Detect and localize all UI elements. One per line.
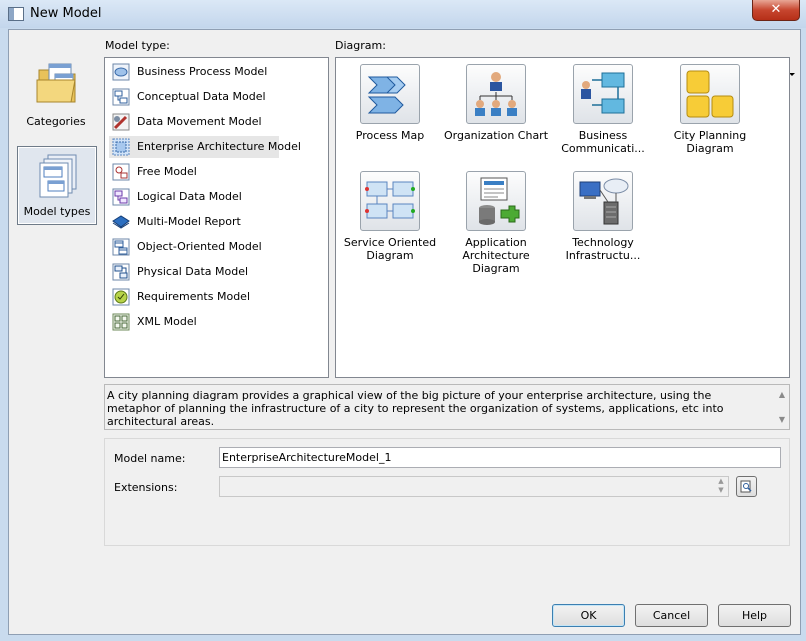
requirements-model-icon	[112, 288, 130, 306]
process-map-icon	[367, 76, 406, 114]
window-icon	[8, 7, 24, 21]
category-label: Categories	[26, 115, 86, 128]
model-name-label: Model name:	[114, 452, 186, 465]
category-label: Model types	[23, 205, 91, 218]
list-item-label: Enterprise Architecture Model	[137, 140, 301, 153]
organization-chart-icon	[475, 72, 517, 116]
diagram-tile	[680, 64, 740, 124]
extensions-field[interactable]	[219, 476, 729, 497]
model-types-icon	[39, 154, 77, 198]
list-item-label: Requirements Model	[137, 290, 250, 303]
model-type-list[interactable]: Business Process Model Conceptual Data M…	[104, 57, 329, 378]
city-planning-icon	[686, 70, 734, 118]
diagram-tile	[573, 171, 633, 231]
enterprise-architecture-model-icon	[112, 138, 130, 156]
diagram-tile	[466, 171, 526, 231]
list-item-label: Physical Data Model	[137, 265, 249, 278]
list-item-label: Multi-Model Report	[137, 215, 241, 228]
diagram-label: Technology Infrastructu...	[565, 236, 641, 262]
list-item-label: Free Model	[137, 165, 197, 178]
title-bar[interactable]: New Model ✕	[0, 0, 806, 28]
list-item-label: Logical Data Model	[137, 190, 242, 203]
list-item-physical-data-model[interactable]: Physical Data Model	[109, 261, 279, 283]
diagram-label: Organization Chart	[443, 129, 549, 142]
list-item-label: Data Movement Model	[137, 115, 262, 128]
multi-model-report-icon	[112, 215, 130, 229]
window-title: New Model	[30, 6, 102, 21]
list-item-multi-model-report[interactable]: Multi-Model Report	[109, 211, 279, 233]
logical-data-model-icon	[112, 188, 130, 206]
service-oriented-icon	[365, 181, 415, 219]
folder-icon	[36, 63, 76, 103]
diagram-label: City Planning Diagram	[673, 129, 747, 155]
category-model-types[interactable]: Model types	[17, 146, 97, 225]
close-button[interactable]: ✕	[752, 0, 800, 21]
help-button[interactable]: Help	[718, 604, 791, 627]
description-text: A city planning diagram provides a graph…	[107, 389, 724, 428]
list-item-logical-data-model[interactable]: Logical Data Model	[109, 186, 279, 208]
extensions-label: Extensions:	[114, 481, 178, 494]
list-item-conceptual-data-model[interactable]: Conceptual Data Model	[109, 86, 279, 108]
list-item-label: Conceptual Data Model	[137, 90, 266, 103]
physical-data-model-icon	[112, 263, 130, 281]
list-item-xml-model[interactable]: XML Model	[109, 311, 279, 333]
diagram-tile	[573, 64, 633, 124]
business-communication-icon	[581, 72, 625, 114]
description-box: A city planning diagram provides a graph…	[104, 384, 790, 430]
free-model-icon	[112, 163, 130, 181]
technology-infrastructure-icon	[579, 178, 629, 225]
diagram-business-communication[interactable]: Business Communicati...	[550, 64, 656, 156]
diagram-tile	[466, 64, 526, 124]
diagram-label: Business Communicati...	[561, 129, 645, 155]
diagram-heading: Diagram:	[335, 39, 386, 52]
list-item-business-process-model[interactable]: Business Process Model	[109, 61, 279, 83]
list-item-label: XML Model	[137, 315, 197, 328]
diagram-city-planning[interactable]: City Planning Diagram	[657, 64, 763, 156]
extensions-browse-button[interactable]	[736, 476, 757, 497]
diagram-label: Service Oriented Diagram	[343, 236, 437, 262]
xml-model-icon	[112, 313, 130, 331]
list-item-data-movement-model[interactable]: Data Movement Model	[109, 111, 279, 133]
list-item-requirements-model[interactable]: Requirements Model	[109, 286, 279, 308]
ok-button[interactable]: OK	[552, 604, 625, 627]
diagram-label: Process Map	[355, 129, 425, 142]
list-item-object-oriented-model[interactable]: Object-Oriented Model	[109, 236, 279, 258]
model-settings-group: Model name: EnterpriseArchitectureModel_…	[104, 438, 790, 546]
list-item-label: Business Process Model	[137, 65, 268, 78]
list-item-label: Object-Oriented Model	[137, 240, 262, 253]
business-process-model-icon	[112, 63, 130, 81]
new-model-dialog: New Model ✕ Categories Model types Model…	[0, 0, 806, 641]
application-architecture-icon	[479, 177, 520, 225]
list-item-enterprise-architecture-model[interactable]: Enterprise Architecture Model	[109, 136, 301, 158]
model-type-heading: Model type:	[105, 39, 170, 52]
data-movement-model-icon	[112, 113, 130, 131]
scroll-up-icon[interactable]: ▲	[777, 390, 787, 399]
scroll-down-icon[interactable]: ▼	[777, 415, 787, 424]
diagram-process-map[interactable]: Process Map	[337, 64, 443, 156]
object-oriented-model-icon	[112, 238, 130, 256]
diagram-service-oriented[interactable]: Service Oriented Diagram	[337, 171, 443, 263]
model-name-input[interactable]: EnterpriseArchitectureModel_1	[219, 447, 781, 468]
cancel-button[interactable]: Cancel	[635, 604, 708, 627]
diagram-label: Application Architecture Diagram	[462, 236, 530, 275]
browse-icon	[740, 480, 752, 493]
list-item-free-model[interactable]: Free Model	[109, 161, 279, 183]
category-categories[interactable]: Categories	[17, 60, 95, 132]
diagram-list[interactable]: Process Map Organization Chart Business …	[335, 57, 790, 378]
diagram-technology-infrastructure[interactable]: Technology Infrastructu...	[550, 171, 656, 263]
conceptual-data-model-icon	[112, 88, 130, 106]
model-name-value: EnterpriseArchitectureModel_1	[222, 451, 392, 464]
extensions-spinner[interactable]: ▲ ▼	[715, 477, 727, 496]
diagram-organization-chart[interactable]: Organization Chart	[443, 64, 549, 156]
diagram-tile	[360, 64, 420, 124]
diagram-application-architecture[interactable]: Application Architecture Diagram	[443, 171, 549, 275]
diagram-tile	[360, 171, 420, 231]
